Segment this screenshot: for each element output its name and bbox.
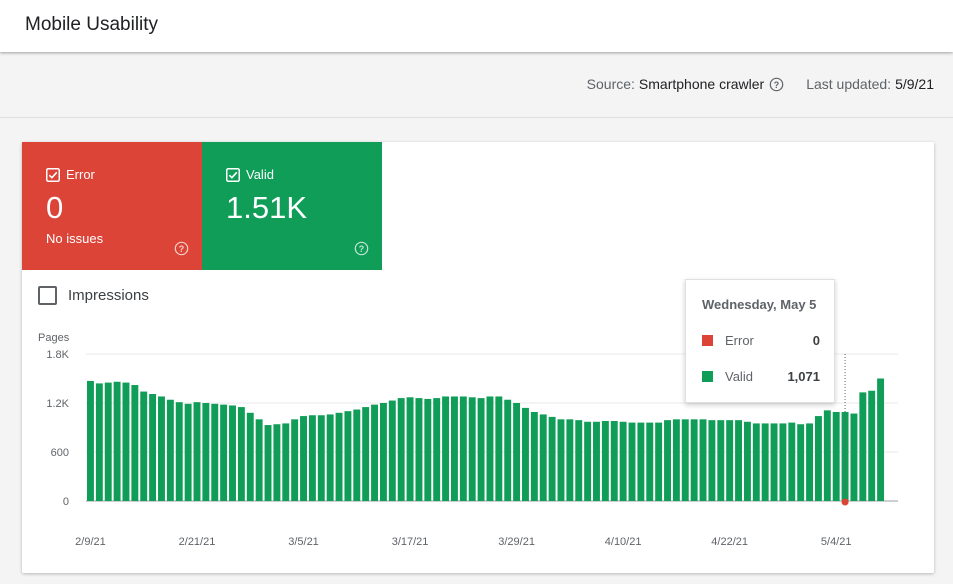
tooltip-date: Wednesday, May 5 — [702, 297, 817, 312]
error-tile-value: 0 — [46, 190, 64, 225]
impressions-checkbox[interactable] — [38, 286, 57, 305]
legend-swatch-error — [702, 335, 713, 346]
help-icon[interactable]: ? — [354, 241, 369, 256]
impressions-toggle[interactable]: Impressions — [38, 286, 149, 305]
page-title: Mobile Usability — [25, 14, 159, 35]
svg-text:?: ? — [179, 244, 184, 254]
help-icon[interactable]: ? — [769, 77, 784, 92]
tooltip-row-valid: Valid 1,071 — [702, 369, 820, 384]
page-header: Mobile Usability — [0, 0, 953, 52]
tooltip-row-error: Error 0 — [702, 333, 820, 348]
tooltip-row-name: Error — [725, 333, 754, 348]
tooltip-row-value: 0 — [812, 333, 820, 348]
valid-tile[interactable]: Valid 1.51K ? — [202, 142, 382, 270]
help-icon[interactable]: ? — [174, 241, 189, 256]
checkbox-checked-icon[interactable] — [46, 168, 60, 182]
tooltip-row-name: Valid — [725, 369, 753, 384]
impressions-label: Impressions — [68, 287, 149, 304]
error-tile-label: Error — [66, 167, 95, 182]
divider — [0, 117, 953, 118]
report-meta: Source: Smartphone crawler ? Last update… — [587, 76, 934, 92]
svg-text:?: ? — [359, 244, 364, 254]
updated-label: Last updated: — [806, 76, 892, 92]
error-tile-subtext: No issues — [46, 231, 104, 246]
source-label: Source: — [586, 76, 635, 92]
valid-tile-value: 1.51K — [226, 190, 308, 225]
source-value: Smartphone crawler — [638, 76, 765, 92]
checkbox-checked-icon[interactable] — [226, 168, 240, 182]
updated-value: 5/9/21 — [895, 76, 934, 92]
svg-text:?: ? — [774, 79, 779, 89]
valid-tile-label: Valid — [246, 167, 274, 182]
chart-tooltip: Wednesday, May 5 Error 0 Valid 1,071 — [685, 279, 835, 403]
legend-swatch-valid — [702, 371, 713, 382]
error-tile[interactable]: Error 0 No issues ? — [22, 142, 202, 270]
tooltip-row-value: 1,071 — [787, 369, 820, 384]
